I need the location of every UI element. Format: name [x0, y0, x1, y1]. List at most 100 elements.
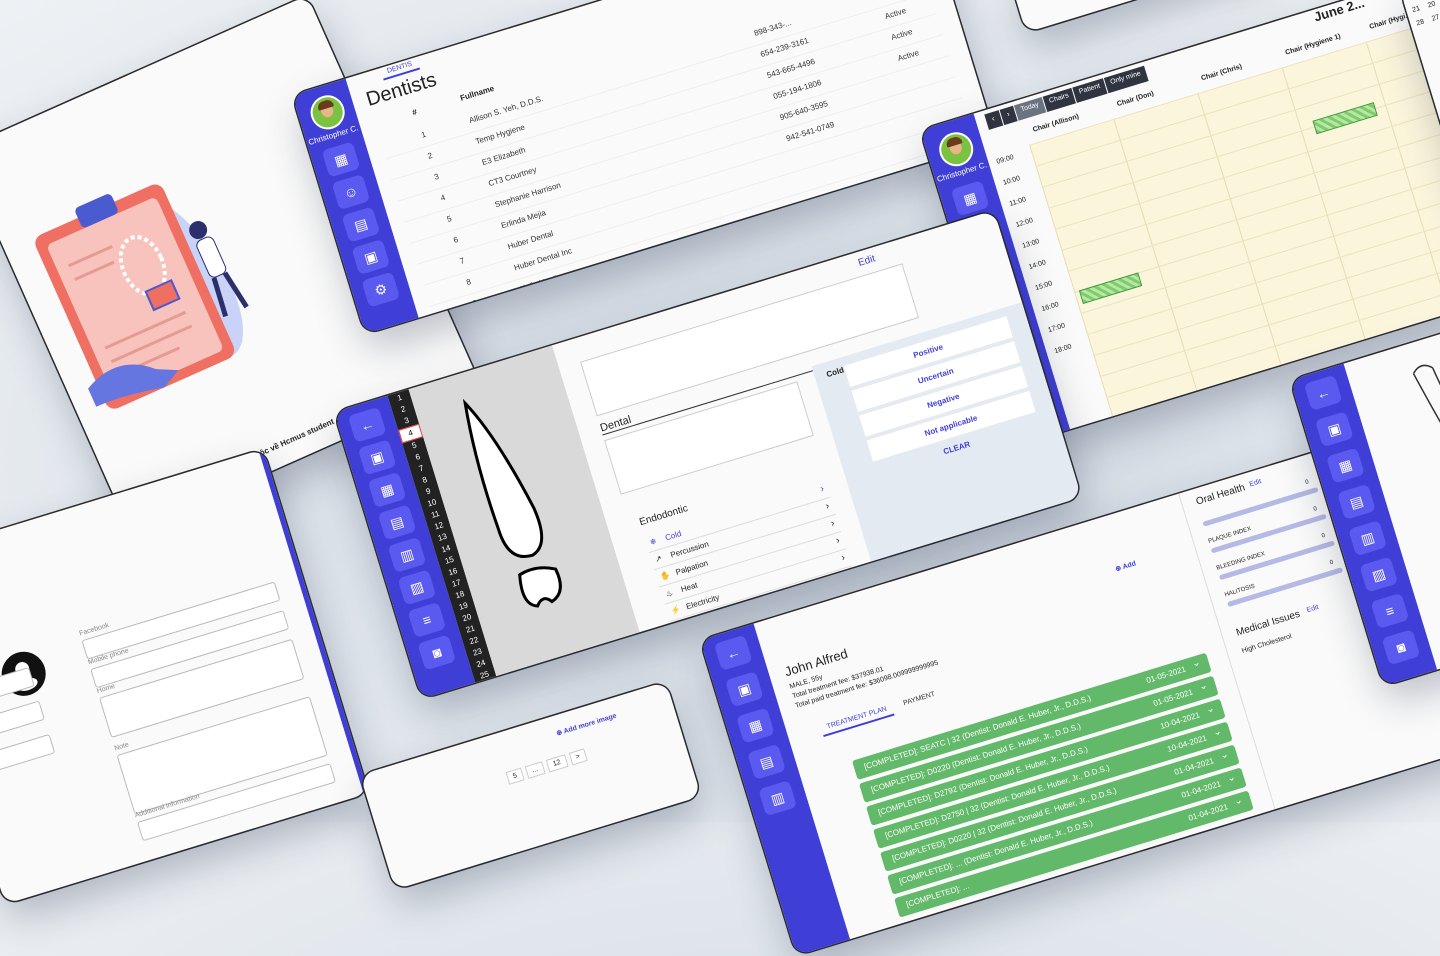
time-label: 11:00 [1008, 196, 1027, 208]
time-label: 18:00 [1053, 343, 1073, 356]
document-icon[interactable]: ▤ [1337, 483, 1376, 520]
time-label: 14:00 [1027, 259, 1047, 271]
document-icon[interactable]: ▤ [377, 504, 417, 541]
form-input[interactable] [0, 666, 35, 708]
treatment-plan-list: [COMPLETED]: SEATC | 32 (Dentist: Donald… [823, 557, 1254, 918]
contact-form-card: Facebook Mobile phone Home Note Additional i… [0, 448, 369, 905]
back-arrow-icon[interactable]: ← [347, 406, 387, 443]
patient-card-icon[interactable]: ▣ [1314, 411, 1354, 448]
page-button[interactable]: 12 [545, 754, 569, 773]
calendar-day[interactable]: 28 [1416, 18, 1426, 27]
page-button[interactable]: ... [524, 761, 546, 779]
oral-index-value: 0 [1329, 559, 1335, 567]
chevron-down-icon: ⌄ [1218, 748, 1231, 762]
patients-icon[interactable]: ☺ [331, 173, 371, 211]
page-button[interactable]: > [568, 748, 588, 766]
teeth-grid-icon[interactable]: ▦ [736, 707, 775, 744]
time-label: 13:00 [1021, 238, 1041, 250]
row-status: Active [890, 27, 914, 43]
edit-link[interactable]: Edit [857, 253, 877, 269]
chevron-right-icon: › [834, 535, 842, 547]
chevron-down-icon: ⌄ [1211, 725, 1224, 739]
test-label: Heat [679, 580, 699, 595]
row-index: 5 [445, 213, 453, 224]
form-fields: Facebook Mobile phone Home Note Additional i… [0, 449, 369, 904]
oral-index-value: 0 [1304, 479, 1310, 486]
top-strip-card [1010, 0, 1275, 33]
row-index: 8 [465, 277, 473, 287]
oral-health-edit[interactable]: Edit [1249, 478, 1263, 488]
page-button[interactable]: 5 [505, 767, 525, 785]
add-circle-icon: ⊕ [1114, 564, 1123, 574]
chart-icon[interactable]: ▥ [758, 780, 798, 817]
report-icon[interactable]: ▤ [341, 206, 381, 243]
row-fullname: Kelly Hastie [519, 272, 563, 294]
list-icon[interactable]: ≡ [407, 601, 447, 639]
image-icon[interactable]: ▨ [397, 569, 437, 606]
calendar-icon[interactable]: ▦ [950, 180, 990, 217]
time-label: 16:00 [1040, 301, 1060, 314]
settings-icon[interactable]: ⚙ [361, 271, 401, 308]
calendar-day[interactable]: 13 [1407, 0, 1417, 1]
calendar-day[interactable]: 21 [1412, 5, 1422, 14]
row-index: 7 [458, 256, 466, 266]
patient-card-icon[interactable]: ▣ [724, 671, 764, 708]
id-card-icon[interactable]: ◙ [1381, 629, 1421, 666]
image-icon[interactable]: ▨ [1359, 556, 1399, 593]
time-label: 15:00 [1034, 280, 1054, 293]
medical-issues-edit[interactable]: Edit [1306, 604, 1320, 614]
col-fullname: Fullname [459, 83, 496, 103]
row-status: Active [896, 48, 921, 64]
calendar-day[interactable]: 20 [1427, 0, 1437, 9]
chevron-right-icon: › [829, 517, 836, 530]
chevron-down-icon: ⌄ [1225, 771, 1238, 785]
document-icon[interactable]: ▤ [747, 743, 786, 780]
add-image-label: Add more image [562, 712, 618, 736]
chair-header: Chair (Hygi... [1368, 11, 1413, 31]
teeth-grid-icon[interactable]: ▦ [367, 471, 407, 508]
chevron-right-icon: › [819, 483, 826, 495]
row-index: 4 [439, 192, 447, 203]
images-card: ⊕ Add more image 5... 12 > [360, 681, 702, 890]
id-card-icon[interactable]: ◙ [417, 634, 457, 671]
chair-header: Chair (Chris) [1200, 63, 1243, 83]
time-label: 12:00 [1015, 217, 1034, 229]
row-index: 10 [478, 317, 490, 330]
patient-card-icon[interactable]: ▣ [357, 439, 397, 476]
tooth-number[interactable]: 27 [479, 689, 504, 699]
add-image-button[interactable]: ⊕ Add more image [555, 712, 618, 738]
percussion-icon: ↗ [654, 553, 664, 565]
snowflake-icon: ❄ [648, 536, 658, 548]
electricity-icon: ⚡ [669, 604, 682, 616]
col-index: # [411, 107, 419, 118]
chevron-down-icon: ⌄ [1232, 794, 1245, 808]
oral-index-value: 0 [1312, 506, 1318, 513]
chevron-down-icon: ⌄ [1190, 656, 1202, 670]
row-index: 3 [433, 171, 440, 182]
calendar-icon[interactable]: ▦ [321, 141, 361, 178]
briefcase-icon[interactable]: ▣ [351, 238, 391, 276]
form-input[interactable] [0, 700, 45, 741]
chevron-right-icon: › [840, 552, 847, 564]
row-index: 1 [420, 129, 428, 140]
oral-index-value: 0 [1321, 532, 1327, 540]
row-index: 6 [452, 234, 460, 245]
back-arrow-icon[interactable]: ← [1303, 374, 1343, 411]
chevron-right-icon: › [824, 500, 831, 513]
chart-icon[interactable]: ▥ [387, 536, 427, 573]
row-fullname: Donald E. Huber, Jr., D.D.S. [525, 276, 624, 315]
form-input[interactable] [0, 733, 56, 775]
chart-icon[interactable]: ▥ [1348, 520, 1388, 557]
back-arrow-icon[interactable]: ← [713, 634, 753, 671]
row-index: 9 [471, 298, 479, 309]
add-circle-icon: ⊕ [555, 729, 564, 738]
chevron-down-icon: ⌄ [1197, 679, 1209, 693]
tooth-outline [1412, 364, 1440, 455]
calendar-day[interactable]: 27 [1431, 14, 1440, 23]
teeth-grid-icon[interactable]: ▦ [1326, 447, 1365, 484]
row-index: 2 [426, 150, 434, 161]
list-icon[interactable]: ≡ [1370, 592, 1410, 629]
heat-icon: ♨ [664, 588, 675, 599]
time-label: 10:00 [1002, 175, 1022, 187]
chevron-down-icon: ⌄ [1204, 702, 1216, 716]
